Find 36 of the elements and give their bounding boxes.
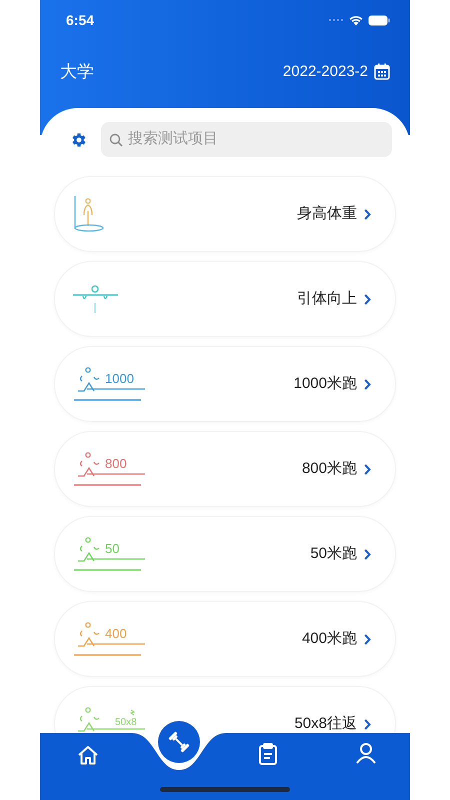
test-item-card[interactable]: 800 800米跑 <box>54 431 396 507</box>
chevron-icon <box>364 464 371 474</box>
test-name: 400米跑 <box>302 628 357 649</box>
test-name: 50米跑 <box>310 544 357 564</box>
dumbbell-icon <box>167 730 191 754</box>
chevron-icon <box>364 294 371 304</box>
test-item-card[interactable]: 引体向上 <box>54 261 396 337</box>
user-icon[interactable] <box>355 742 377 764</box>
chevron-icon <box>364 634 371 644</box>
test-name: 800米跑 <box>302 458 357 479</box>
school-title: 大学 <box>60 61 94 83</box>
chevron-icon <box>364 208 371 220</box>
test-name: 1000米跑 <box>294 374 357 394</box>
test-name: 身高体重 <box>297 204 357 224</box>
settings-icon[interactable] <box>70 130 88 148</box>
cell-signal-icon <box>328 18 344 22</box>
test-item-card[interactable]: 50 50米跑 <box>54 516 396 592</box>
test-item-card[interactable]: 1000 1000米跑 <box>54 346 396 422</box>
term-label[interactable]: 2022-2023-2 <box>282 60 368 83</box>
calendar-icon[interactable] <box>374 63 390 80</box>
test-item-card[interactable]: 身高体重 <box>54 176 396 252</box>
status-time: 6:54 <box>65 10 94 30</box>
wifi-icon <box>349 14 363 26</box>
home-icon[interactable] <box>77 745 99 765</box>
test-name: 引体向上 <box>297 288 357 309</box>
chevron-icon <box>364 718 371 730</box>
search-icon <box>109 132 123 146</box>
test-name: 50x8往返 <box>294 714 357 733</box>
clipboard-icon[interactable] <box>258 743 278 765</box>
chevron-icon <box>364 548 371 560</box>
chevron-icon <box>364 378 371 390</box>
search-field[interactable]: 搜索测试项目 <box>101 122 392 157</box>
test-item-card[interactable]: 400 400米跑 <box>54 601 396 677</box>
test-item-card[interactable]: 50x8 50x8往返 <box>54 686 396 733</box>
battery-icon <box>368 14 390 26</box>
search-input[interactable]: 搜索测试项目 <box>128 128 384 151</box>
